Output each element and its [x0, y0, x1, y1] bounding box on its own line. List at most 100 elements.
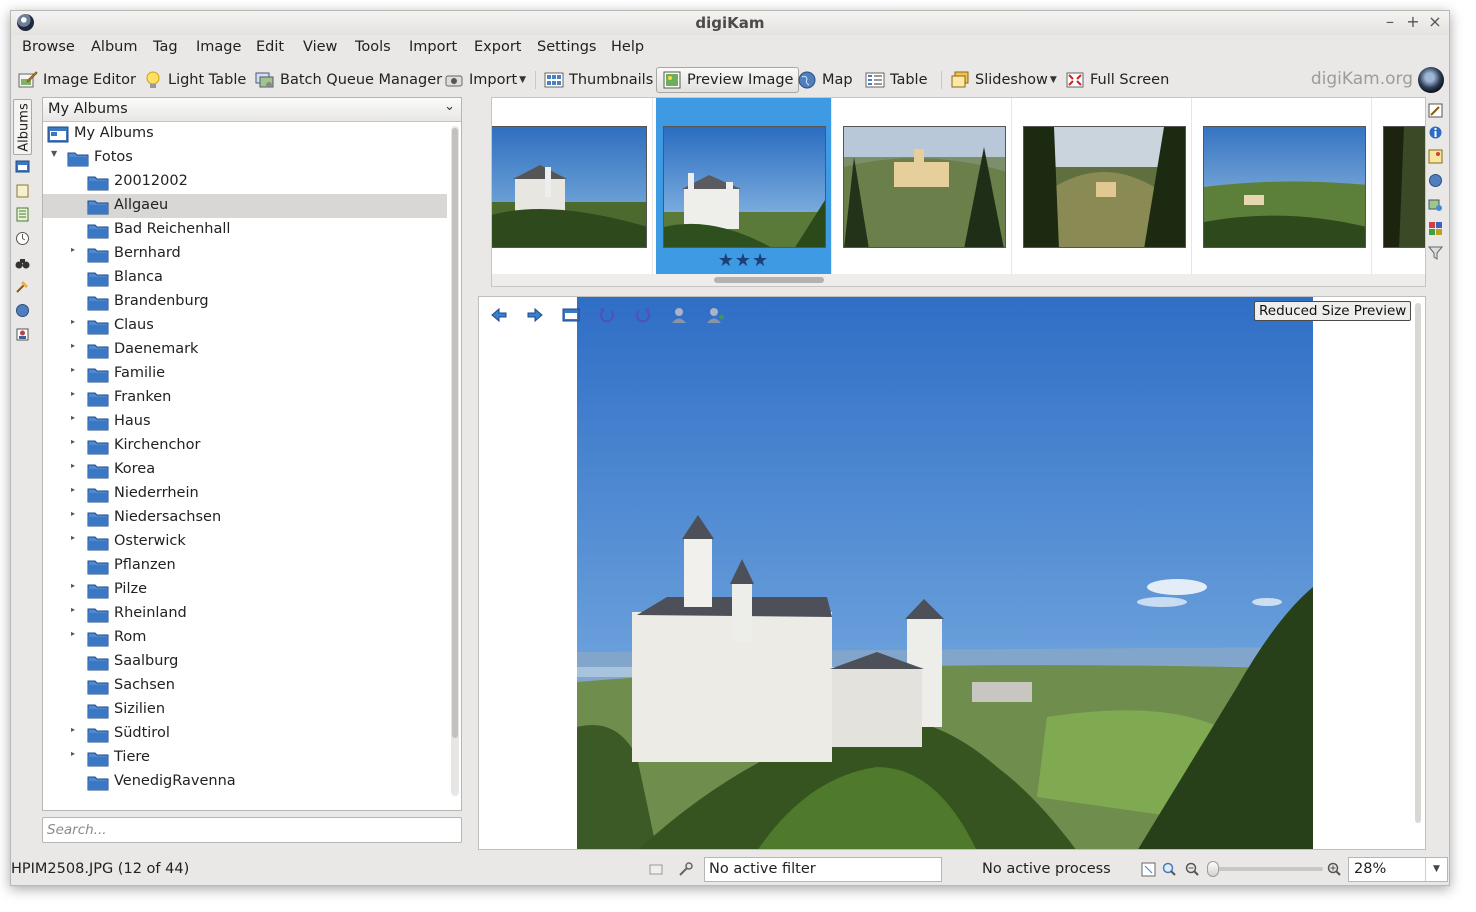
- tree-item-album[interactable]: Saalburg: [43, 650, 447, 674]
- face-tag-icon[interactable]: [669, 305, 689, 325]
- thumbnail-scrollbar[interactable]: [492, 274, 1425, 286]
- caption-edit-icon[interactable]: [1428, 103, 1443, 118]
- expand-arrow-icon[interactable]: ▸: [71, 629, 75, 638]
- tree-item-album[interactable]: Pflanzen: [43, 554, 447, 578]
- menu-image[interactable]: Image: [196, 39, 241, 55]
- tree-root-my-albums[interactable]: My Albums: [43, 122, 447, 146]
- tree-item-album[interactable]: ▸ Rheinland: [43, 602, 447, 626]
- table-button[interactable]: Table: [865, 67, 928, 93]
- image-preview-area[interactable]: Reduced Size Preview: [478, 296, 1426, 850]
- zoom-out-icon[interactable]: [1185, 862, 1200, 877]
- tree-item-album[interactable]: Bad Reichenhall: [43, 218, 447, 242]
- tree-item-album[interactable]: ▸ Südtirol: [43, 722, 447, 746]
- thumbnail-item[interactable]: [1376, 98, 1425, 274]
- add-face-tag-icon[interactable]: [705, 305, 725, 325]
- tree-item-album[interactable]: ▸ Bernhard: [43, 242, 447, 266]
- tree-item-album[interactable]: 20012002: [43, 170, 447, 194]
- tree-item-album[interactable]: ▸ Osterwick: [43, 530, 447, 554]
- menu-tag[interactable]: Tag: [153, 39, 178, 55]
- expand-arrow-icon[interactable]: ▸: [71, 437, 75, 446]
- people-icon[interactable]: [15, 327, 30, 342]
- batch-queue-button[interactable]: Batch Queue Manager: [255, 67, 442, 93]
- expand-arrow-icon[interactable]: ▸: [71, 389, 75, 398]
- thumbnail-item[interactable]: [1016, 98, 1192, 274]
- rating-stars[interactable]: ★★★: [656, 250, 831, 271]
- menu-browse[interactable]: Browse: [22, 39, 75, 55]
- menu-help[interactable]: Help: [611, 39, 644, 55]
- forward-arrow-icon[interactable]: [525, 305, 545, 325]
- rotate-right-icon[interactable]: [633, 305, 653, 325]
- thumbnail-item[interactable]: [836, 98, 1012, 274]
- tree-item-album[interactable]: ▸ Familie: [43, 362, 447, 386]
- expand-arrow-icon[interactable]: ▸: [71, 581, 75, 590]
- tab-albums[interactable]: Albums: [13, 99, 32, 155]
- full-screen-button[interactable]: Full Screen: [1065, 67, 1169, 93]
- fuzzy-search-icon[interactable]: [15, 279, 30, 294]
- expand-arrow-icon[interactable]: ▸: [71, 725, 75, 734]
- tree-item-album[interactable]: Blanca: [43, 266, 447, 290]
- tree-item-album[interactable]: ▸ Tiere: [43, 746, 447, 770]
- tree-item-album[interactable]: ▸ Franken: [43, 386, 447, 410]
- tree-item-album[interactable]: ▸ Rom: [43, 626, 447, 650]
- versions-icon[interactable]: [1428, 197, 1443, 212]
- album-root-selector[interactable]: My Albums ⌄: [43, 98, 461, 122]
- color-labels-icon[interactable]: [1428, 221, 1443, 236]
- scrollbar-thumb[interactable]: [452, 128, 458, 738]
- menu-edit[interactable]: Edit: [256, 39, 284, 55]
- tree-item-album[interactable]: Sachsen: [43, 674, 447, 698]
- expand-arrow-icon[interactable]: ▸: [71, 341, 75, 350]
- import-button[interactable]: Import ▼: [444, 67, 526, 93]
- zoom-slider[interactable]: [1206, 861, 1323, 877]
- tree-item-album[interactable]: ▸ Niederrhein: [43, 482, 447, 506]
- map-button[interactable]: Map: [797, 67, 853, 93]
- tree-item-album[interactable]: Allgaeu: [43, 194, 447, 218]
- expand-arrow-icon[interactable]: ▸: [71, 317, 75, 326]
- zoom-in-icon[interactable]: [1327, 862, 1342, 877]
- labels-icon[interactable]: [15, 207, 30, 222]
- dates-icon[interactable]: [15, 231, 30, 246]
- expand-arrow-icon[interactable]: ▸: [71, 245, 75, 254]
- expand-arrow-icon[interactable]: ▸: [71, 485, 75, 494]
- back-arrow-icon[interactable]: [489, 305, 509, 325]
- light-table-button[interactable]: Light Table: [143, 67, 246, 93]
- properties-icon[interactable]: [1428, 125, 1443, 140]
- rotate-left-icon[interactable]: [597, 305, 617, 325]
- expand-arrow-icon[interactable]: ▸: [71, 749, 75, 758]
- expand-arrow-icon[interactable]: ▸: [71, 533, 75, 542]
- menu-tools[interactable]: Tools: [355, 39, 391, 55]
- filter-funnel-icon[interactable]: [1428, 245, 1443, 260]
- albums-icon[interactable]: [15, 159, 30, 174]
- tree-item-album[interactable]: ▸ Pilze: [43, 578, 447, 602]
- search-binoculars-icon[interactable]: [15, 255, 30, 270]
- tree-item-fotos[interactable]: ▼ Fotos: [43, 146, 447, 170]
- tree-item-album[interactable]: Sizilien: [43, 698, 447, 722]
- thumbnail-item-current[interactable]: ★★★: [656, 98, 832, 274]
- tree-item-album[interactable]: Brandenburg: [43, 290, 447, 314]
- image-editor-button[interactable]: Image Editor: [18, 67, 136, 93]
- tree-item-album[interactable]: VenedigRavenna: [43, 770, 447, 794]
- expand-arrow-icon[interactable]: ▸: [71, 413, 75, 422]
- menu-settings[interactable]: Settings: [537, 39, 596, 55]
- scrollbar-thumb[interactable]: [714, 277, 824, 283]
- expand-arrow-icon[interactable]: ▸: [71, 461, 75, 470]
- filter-status-field[interactable]: No active filter: [704, 857, 942, 882]
- menu-export[interactable]: Export: [474, 39, 521, 55]
- zoom-100-icon[interactable]: [1162, 862, 1177, 877]
- menu-view[interactable]: View: [303, 39, 337, 55]
- thumbnail-item[interactable]: [1196, 98, 1372, 274]
- thumbnail-item[interactable]: [492, 98, 653, 274]
- expand-arrow-icon[interactable]: ▸: [71, 605, 75, 614]
- zoom-fit-icon[interactable]: [1141, 862, 1156, 877]
- reset-filter-icon[interactable]: [649, 862, 664, 877]
- tree-item-album[interactable]: ▸ Claus: [43, 314, 447, 338]
- album-tree-scrollbar[interactable]: [451, 126, 459, 796]
- menu-import[interactable]: Import: [409, 39, 457, 55]
- dropdown-arrow-icon[interactable]: ▼: [1425, 858, 1447, 881]
- tree-item-album[interactable]: ▸ Korea: [43, 458, 447, 482]
- metadata-icon[interactable]: [1428, 149, 1443, 164]
- slideshow-button[interactable]: Slideshow ▼: [950, 67, 1057, 93]
- geolocation-globe-icon[interactable]: [1428, 173, 1443, 188]
- expand-arrow-icon[interactable]: ▸: [71, 509, 75, 518]
- tags-icon[interactable]: [15, 183, 30, 198]
- preview-image-button[interactable]: Preview Image: [656, 67, 800, 93]
